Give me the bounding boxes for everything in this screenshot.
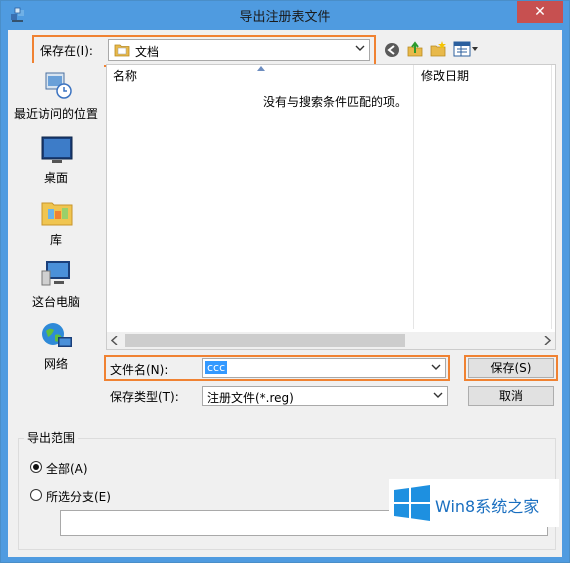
new-folder-icon[interactable] — [429, 40, 447, 58]
column-separator — [413, 65, 414, 329]
place-recent[interactable]: 最近访问的位置 — [8, 71, 104, 123]
dialog-body: 保存在(I): 文档 最近访问的位置 桌面 库 这台电脑 网络 名称 修改日期 … — [8, 30, 562, 557]
libraries-icon — [41, 202, 73, 226]
export-registry-dialog: 导出注册表文件 ✕ 保存在(I): 文档 最近访问的位置 桌面 库 这台电脑 网… — [0, 0, 570, 563]
filename-label: 文件名(N): — [110, 363, 169, 377]
place-this-pc[interactable]: 这台电脑 — [8, 259, 104, 311]
empty-message: 没有与搜索条件匹配的项。 — [263, 95, 408, 109]
radio-selected-branch-label[interactable]: 所选分支(E) — [46, 488, 111, 505]
place-label: 这台电脑 — [31, 295, 80, 309]
title-bar[interactable]: 导出注册表文件 ✕ — [1, 1, 569, 30]
place-desktop[interactable]: 桌面 — [8, 135, 104, 187]
desktop-icon — [41, 136, 73, 163]
windows-logo-icon — [394, 485, 430, 521]
cancel-button[interactable]: 取消 — [468, 386, 554, 406]
save-in-value: 文档 — [135, 45, 160, 59]
scroll-left-icon[interactable] — [111, 336, 119, 345]
back-icon[interactable] — [384, 42, 400, 58]
scroll-right-icon[interactable] — [543, 336, 551, 345]
save-button[interactable]: 保存(S) — [468, 358, 554, 378]
radio-all-label[interactable]: 全部(A) — [46, 460, 88, 477]
watermark-text: Win8系统之家 — [435, 497, 540, 516]
radio-selected-branch[interactable] — [30, 489, 42, 501]
filetype-label: 保存类型(T): — [110, 390, 179, 404]
close-button[interactable]: ✕ — [517, 1, 563, 23]
network-icon — [42, 323, 72, 347]
recent-places-icon — [45, 72, 72, 99]
chevron-down-icon — [355, 45, 365, 51]
place-network[interactable]: 网络 — [8, 321, 104, 373]
save-in-combo[interactable]: 文档 — [108, 39, 370, 61]
view-menu-icon[interactable] — [453, 41, 479, 57]
place-libraries[interactable]: 库 — [8, 197, 104, 249]
place-label: 桌面 — [43, 171, 68, 185]
filename-value: ccc — [205, 361, 228, 374]
filetype-value: 注册文件(*.reg) — [207, 391, 294, 405]
radio-all[interactable] — [30, 461, 42, 473]
places-bar: 最近访问的位置 桌面 库 这台电脑 网络 — [8, 63, 104, 371]
window-title: 导出注册表文件 — [239, 10, 331, 25]
file-list[interactable]: 名称 修改日期 没有与搜索条件匹配的项。 — [106, 64, 556, 350]
filename-input[interactable]: ccc — [202, 358, 446, 378]
this-pc-icon — [41, 261, 70, 286]
scroll-thumb[interactable] — [125, 334, 405, 347]
place-label: 网络 — [43, 357, 68, 371]
column-name[interactable]: 名称 — [107, 65, 415, 87]
watermark: Win8系统之家 — [389, 479, 559, 527]
chevron-down-icon[interactable] — [431, 362, 441, 372]
column-separator — [551, 65, 552, 329]
folder-icon — [114, 44, 130, 57]
column-modified[interactable]: 修改日期 — [415, 65, 551, 87]
radio-selected-dot — [33, 464, 39, 470]
place-label: 最近访问的位置 — [13, 107, 98, 121]
horizontal-scrollbar[interactable] — [107, 332, 555, 349]
close-icon: ✕ — [534, 4, 546, 20]
place-label: 库 — [49, 233, 62, 247]
up-folder-icon[interactable] — [406, 40, 424, 58]
chevron-down-icon — [433, 392, 443, 398]
export-range-title: 导出范围 — [24, 429, 79, 446]
filetype-select[interactable]: 注册文件(*.reg) — [202, 386, 448, 406]
save-in-label: 保存在(I): — [40, 44, 93, 58]
